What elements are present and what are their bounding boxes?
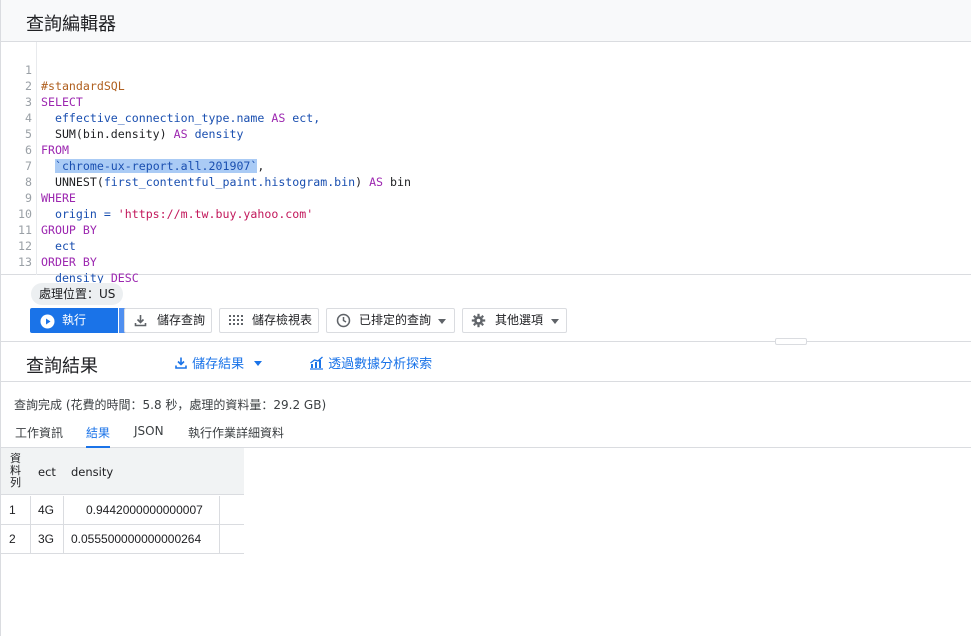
sql-punctuation: , (257, 159, 265, 173)
code-line: 5 FROM (1, 110, 69, 157)
explore-data-studio-button[interactable]: 透過數據分析探索 (309, 353, 432, 372)
code-line: 11 ect (1, 206, 76, 253)
download-icon (133, 313, 148, 328)
tab-job-info[interactable]: 工作資訊 (15, 424, 63, 448)
table-row[interactable]: 1 4G 0.9442000000000007 (1, 496, 244, 525)
cell-ect: 3G (38, 532, 55, 546)
sql-keyword: AS (369, 175, 384, 189)
sql-identifier: ect, (285, 111, 321, 125)
code-line: 4 SUM(bin.density) AS density (1, 94, 243, 141)
row-number: 2 (9, 532, 16, 546)
results-tabs: 工作資訊 結果 JSON 執行作業詳細資料 (1, 420, 971, 448)
column-header-row: 資料列 (10, 452, 21, 489)
line-number: 13 (18, 255, 32, 269)
tab-execution-details[interactable]: 執行作業詳細資料 (188, 424, 284, 448)
code-line: 6 `chrome-ux-report.all.201907`, (1, 126, 264, 173)
code-line: 7 UNNEST(first_contentful_paint.histogra… (1, 142, 411, 189)
sql-identifier: effective_connection_type.name (41, 111, 272, 125)
explore-label: 透過數據分析探索 (328, 357, 433, 372)
results-header: 查詢結果 儲存結果 透過數據分析探索 (1, 342, 971, 382)
sql-keyword: FROM (41, 143, 69, 157)
cell-ect: 4G (38, 503, 55, 517)
download-icon (174, 356, 188, 370)
sql-identifier: first_contentful_paint.histogram.bin (103, 175, 356, 189)
row-number: 1 (9, 503, 16, 517)
sql-keyword: WHERE (41, 191, 76, 205)
save-query-button[interactable]: 儲存查詢 (124, 308, 212, 333)
play-icon (40, 313, 55, 329)
editor-header: 查詢編輯器 (1, 0, 971, 42)
save-query-label: 儲存查詢 (157, 313, 206, 327)
chart-icon (309, 356, 324, 370)
sql-identifier: ect (41, 239, 76, 253)
grid-view-icon (228, 313, 243, 328)
sql-keyword: SELECT (41, 95, 83, 109)
cell-density: 0.9442000000000007 (86, 503, 203, 517)
code-line: 1 #standardSQL (1, 46, 125, 93)
code-line: 9 origin = 'https://m.tw.buy.yahoo.com' (1, 174, 313, 221)
save-results-label: 儲存結果 (192, 357, 245, 372)
code-line: 3 effective_connection_type.name AS ect, (1, 78, 320, 125)
sql-identifier: origin = (41, 207, 118, 221)
gear-icon (471, 313, 486, 328)
sql-function: UNNEST( (41, 175, 104, 189)
sql-identifier: density (187, 127, 244, 141)
more-options-button[interactable]: 其他選項 (462, 308, 567, 333)
bigquery-console: 查詢編輯器 1 #standardSQL 2 SELECT 3 effectiv… (0, 0, 971, 636)
tab-json[interactable]: JSON (134, 424, 164, 448)
chevron-down-icon (438, 319, 446, 324)
save-view-button[interactable]: 儲存檢視表 (219, 308, 319, 333)
save-results-button[interactable]: 儲存結果 (174, 353, 263, 372)
table-row[interactable]: 2 3G 0.055500000000000264 (1, 525, 244, 554)
sql-comment: #standardSQL (41, 79, 125, 93)
column-header-density: density (71, 465, 114, 479)
sql-alias: bin (383, 175, 411, 189)
code-line: 12 ORDER BY (1, 222, 97, 269)
code-line: 10 GROUP BY (1, 190, 97, 237)
sql-editor[interactable]: 1 #standardSQL 2 SELECT 3 effective_conn… (1, 42, 971, 285)
tab-results[interactable]: 結果 (86, 424, 111, 448)
cell-density: 0.055500000000000264 (71, 532, 202, 546)
chevron-down-icon (551, 319, 559, 324)
sql-keyword: ORDER BY (41, 255, 97, 269)
clock-icon (336, 313, 351, 328)
results-title: 查詢結果 (26, 356, 98, 377)
save-view-label: 儲存檢視表 (252, 313, 313, 327)
sql-string: 'https://m.tw.buy.yahoo.com' (117, 207, 314, 221)
code-line: 8 WHERE (1, 158, 76, 205)
processing-location-chip[interactable]: 處理位置：US (31, 283, 124, 305)
scheduled-queries-button[interactable]: 已排定的查詢 (326, 308, 455, 333)
sql-keyword: AS (271, 111, 286, 125)
editor-title: 查詢編輯器 (26, 14, 116, 35)
sql-keyword: AS (173, 127, 188, 141)
more-options-label: 其他選項 (495, 313, 544, 327)
code-line: 2 SELECT (1, 62, 83, 109)
selected-table-reference[interactable]: `chrome-ux-report.all.201907` (54, 159, 258, 173)
sql-punctuation: ) (355, 175, 370, 189)
sql-keyword: GROUP BY (41, 223, 97, 237)
table-header: 資料列 ect density (1, 448, 244, 495)
scheduled-queries-label: 已排定的查詢 (359, 313, 432, 327)
sql-expression: SUM(bin.density) (41, 127, 174, 141)
run-button[interactable]: 執行 (30, 308, 118, 333)
run-button-label: 執行 (62, 313, 87, 327)
query-status-text: 查詢完成 (花費的時間：5.8 秒，處理的資料量：29.2 GB) (14, 398, 327, 412)
column-header-ect: ect (38, 465, 56, 479)
code-line: 13 density DESC (1, 238, 139, 285)
chevron-down-icon (254, 361, 263, 366)
